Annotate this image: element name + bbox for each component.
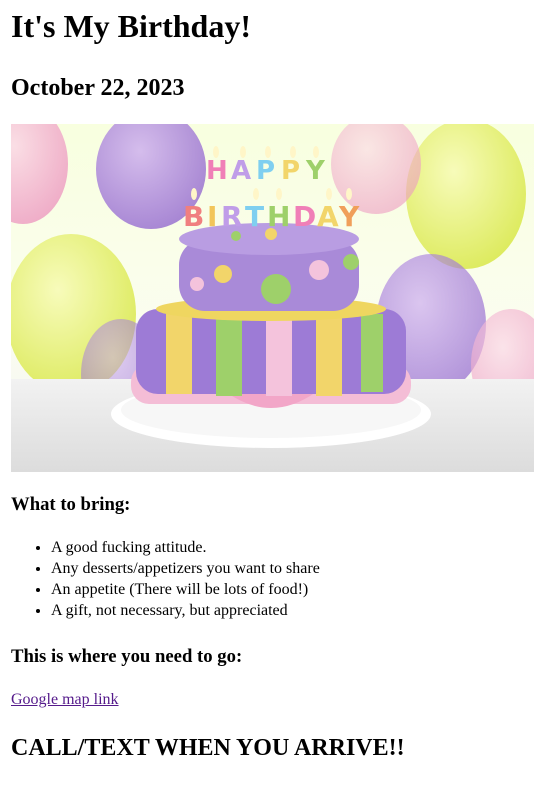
bring-list: A good fucking attitude. Any desserts/ap… <box>11 537 542 621</box>
svg-text:P: P <box>281 156 300 186</box>
svg-text:A: A <box>317 200 339 233</box>
svg-text:Y: Y <box>338 200 360 233</box>
list-item: A good fucking attitude. <box>51 537 542 558</box>
cake-image: H A P P Y B I R T H D A Y <box>11 124 534 472</box>
svg-text:D: D <box>293 200 316 233</box>
svg-text:P: P <box>256 156 275 186</box>
svg-text:T: T <box>245 200 264 233</box>
svg-text:B: B <box>183 200 204 233</box>
page-title: It's My Birthday! <box>11 8 251 44</box>
svg-text:R: R <box>221 200 243 233</box>
event-date: October 22, 2023 <box>11 75 185 101</box>
bring-heading: What to bring: <box>11 494 131 515</box>
svg-text:A: A <box>231 156 251 186</box>
google-map-link[interactable]: Google map link <box>11 690 119 710</box>
list-item: A gift, not necessary, but appreciated <box>51 600 542 621</box>
svg-text:H: H <box>206 156 228 186</box>
svg-text:H: H <box>267 200 290 233</box>
list-item: An appetite (There will be lots of food!… <box>51 579 542 600</box>
location-heading: This is where you need to go: <box>11 646 243 667</box>
list-item: Any desserts/appetizers you want to shar… <box>51 558 542 579</box>
arrival-callout: CALL/TEXT WHEN YOU ARRIVE!! <box>11 735 405 761</box>
svg-text:I: I <box>207 200 217 233</box>
page-content: It's My Birthday! October 22, 2023 H A P… <box>0 0 553 762</box>
svg-text:Y: Y <box>305 156 326 186</box>
